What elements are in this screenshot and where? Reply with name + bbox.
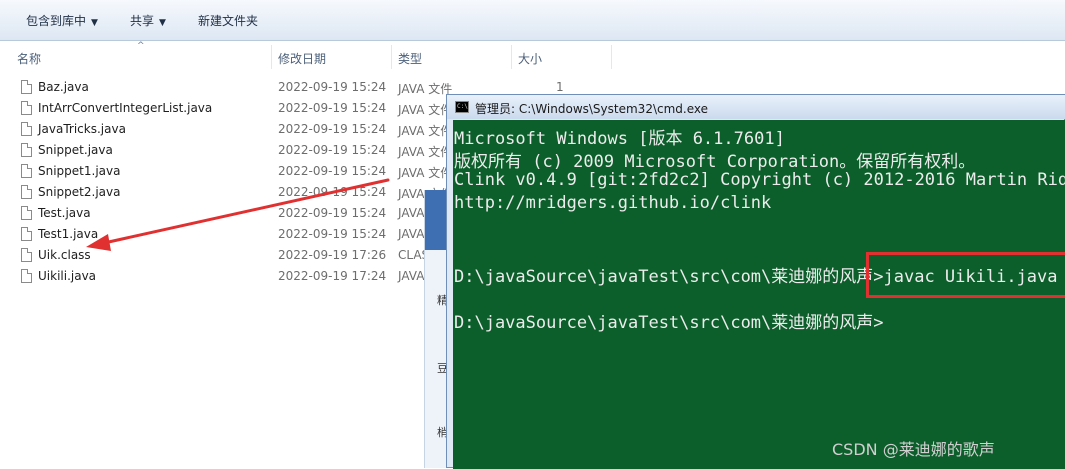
watermark: CSDN @莱迪娜的歌声 [832, 440, 995, 459]
annotation-arrow [86, 178, 390, 251]
annotation-arrow-head [86, 234, 111, 251]
annotation-arrow-shaft [102, 178, 390, 245]
